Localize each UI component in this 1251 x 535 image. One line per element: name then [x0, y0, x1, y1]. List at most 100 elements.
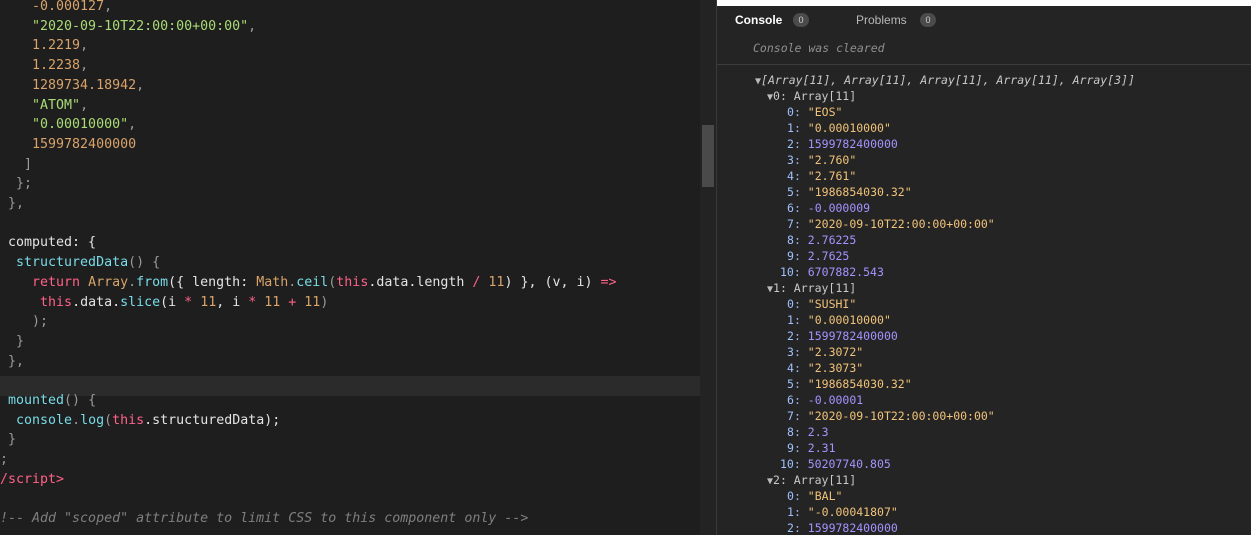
code-line: return Array.from({ length: Math.ceil(th… — [0, 273, 617, 293]
editor-scrollbar[interactable] — [700, 0, 716, 535]
code-line: !-- Add "scoped" attribute to limit CSS … — [0, 509, 528, 529]
code-token: () { — [64, 393, 97, 408]
tab-console[interactable]: Console — [735, 12, 782, 28]
array-item-colon: : — [793, 121, 808, 135]
devtools-tab-bar: Console 0 Problems 0 — [717, 6, 1251, 34]
code-line: 1599782400000 — [0, 135, 136, 155]
code-token: ; — [0, 452, 9, 468]
code-line: "2020-09-10T22:00:00+00:00", — [0, 17, 256, 37]
code-token: this — [112, 412, 145, 428]
array-group-header[interactable]: ▼1: Array[11] — [767, 280, 856, 296]
array-item: 7: "2020-09-10T22:00:00+00:00" — [787, 216, 995, 232]
code-line: "ATOM", — [0, 96, 88, 116]
array-item: 4: "2.3073" — [787, 360, 863, 376]
devtools-panel: Console 0 Problems 0 Console was cleared… — [717, 0, 1251, 535]
array-item-key: 4 — [787, 361, 794, 375]
array-item-colon: : — [793, 425, 808, 439]
array-item: 2: 1599782400000 — [787, 328, 898, 344]
code-editor[interactable]: -0.000127, "2020-09-10T22:00:00+00:00" , … — [0, 0, 700, 535]
code-token: 11 — [264, 294, 289, 310]
array-item-colon: : — [793, 105, 808, 119]
code-token: mounted — [0, 393, 65, 408]
code-token: }, — [0, 196, 25, 211]
code-token: . — [128, 274, 137, 290]
code-token: "0.00010000" — [0, 117, 129, 133]
code-token: 11 — [304, 294, 321, 310]
array-item-value: "-0.00041807" — [807, 505, 898, 519]
array-item-colon: : — [793, 377, 808, 391]
code-token: }; — [0, 176, 33, 192]
array-group-header[interactable]: ▼0: Array[11] — [767, 88, 856, 104]
array-item-colon: : — [793, 441, 808, 455]
array-item-colon: : — [793, 137, 808, 151]
code-token: * — [248, 294, 265, 310]
code-token: }, — [0, 353, 25, 369]
array-item-key: 2 — [787, 329, 794, 343]
code-token: !-- Add "scoped" attribute to limit CSS … — [0, 511, 529, 527]
array-item-key: 1 — [787, 505, 794, 519]
array-item: 2: 1599782400000 — [787, 520, 898, 535]
array-item-key: 2 — [787, 137, 794, 151]
editor-scrollbar-thumb[interactable] — [702, 125, 714, 187]
array-item-key: 9 — [787, 441, 794, 455]
array-item: 8: 2.76225 — [787, 232, 856, 248]
code-line: } — [0, 430, 16, 450]
array-item-value: "2020-09-10T22:00:00+00:00" — [807, 409, 995, 423]
code-line: mounted() { — [0, 391, 96, 411]
code-token: 1599782400000 — [0, 136, 137, 152]
array-item-key: 7 — [787, 217, 794, 231]
code-token: => — [600, 274, 617, 290]
code-token: (i — [160, 294, 185, 310]
code-line: }; — [0, 174, 32, 194]
array-item-value: "0.00010000" — [807, 121, 891, 135]
code-token: slice — [120, 294, 161, 310]
code-token: ( — [104, 412, 113, 428]
array-item-value: "2.3072" — [807, 345, 864, 359]
code-token: , — [80, 38, 89, 54]
code-token: , — [104, 0, 113, 14]
code-token: -0.000127 — [0, 0, 105, 14]
code-token: .data.length — [368, 274, 473, 290]
array-item: 7: "2020-09-10T22:00:00+00:00" — [787, 408, 995, 424]
code-line: ); — [0, 312, 48, 332]
array-item-colon: : — [793, 233, 808, 247]
code-token: 1289734.18942 — [0, 77, 137, 93]
array-item-value: 1599782400000 — [807, 521, 898, 535]
code-line: ] — [0, 155, 32, 175]
code-line: } — [0, 332, 24, 352]
array-item: 0: "SUSHI" — [787, 296, 856, 312]
code-token: log — [80, 412, 105, 428]
array-item-colon: : — [793, 169, 808, 183]
array-item-key: 4 — [787, 169, 794, 183]
console-root-entry: ▼[Array[11], Array[11], Array[11], Array… — [755, 72, 1135, 88]
array-group-header[interactable]: ▼2: Array[11] — [767, 472, 856, 488]
code-line: "0.00010000", — [0, 115, 136, 135]
array-item: 1: "0.00010000" — [787, 120, 891, 136]
code-token: , — [80, 97, 89, 113]
code-line: -0.000127, — [0, 0, 112, 17]
array-item-colon: : — [793, 505, 808, 519]
code-line: 1.2238, — [0, 56, 88, 76]
array-item: 1: "0.00010000" — [787, 312, 891, 328]
array-item: 10: 6707882.543 — [780, 264, 884, 280]
current-line-highlight — [0, 376, 700, 396]
array-item-key: 1 — [787, 313, 794, 327]
tab-problems[interactable]: Problems — [856, 12, 907, 28]
problems-count-badge: 0 — [920, 13, 936, 27]
code-token: } — [0, 432, 17, 448]
code-token: /script> — [0, 471, 65, 487]
code-token: 1.2219 — [0, 38, 81, 54]
code-token: 11 — [200, 294, 217, 310]
code-token: ); — [0, 314, 49, 330]
array-item-colon: : — [793, 393, 808, 407]
code-token: this — [336, 274, 369, 290]
array-item-key: 0 — [787, 297, 794, 311]
array-item-key: 2 — [787, 521, 794, 535]
array-item-colon: : — [793, 489, 808, 503]
code-token: .data. — [72, 294, 121, 310]
array-item-key: 7 — [787, 409, 794, 423]
code-token: Math — [256, 274, 289, 290]
array-item-value: 2.76225 — [807, 233, 857, 247]
array-item-colon: : — [793, 297, 808, 311]
array-item-value: 2.7625 — [807, 249, 850, 263]
